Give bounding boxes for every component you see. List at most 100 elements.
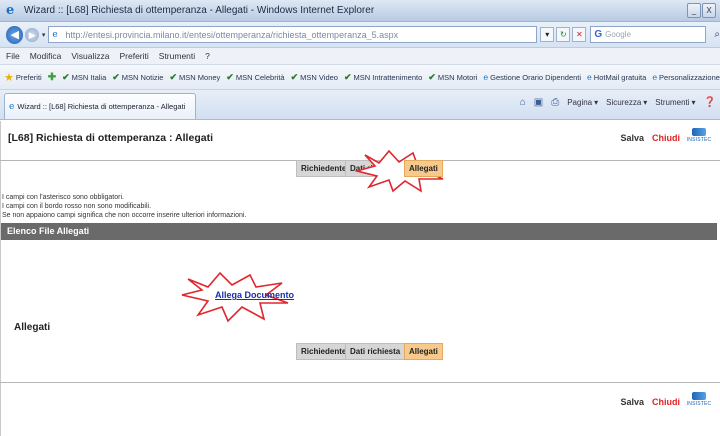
address-toolbar: ◀ ▶ ▾ e http://entesi.provincia.milano.i… [0, 22, 720, 48]
security-menu-label: Sicurezza [606, 98, 642, 107]
save-button[interactable]: Salva [620, 133, 644, 143]
insistec-logo: INSISTEC [686, 128, 712, 148]
print-icon[interactable]: ⎙ [551, 97, 559, 108]
step-allegati-bottom[interactable]: Allegati [404, 343, 443, 360]
favorite-label: HotMail gratuita [593, 72, 647, 82]
tab-title: Wizard :: [L68] Richiesta di ottemperanz… [17, 102, 186, 111]
history-dropdown-icon[interactable]: ▾ [42, 31, 46, 39]
menu-edit[interactable]: Modifica [30, 51, 62, 61]
ie-page-icon: e [587, 72, 592, 82]
home-icon[interactable]: ⌂ [520, 97, 526, 108]
menu-help[interactable]: ? [205, 51, 210, 61]
search-placeholder: Google [605, 30, 631, 39]
logo-mark-icon [692, 392, 706, 400]
favorite-item-msn-motori[interactable]: ✔ MSN Motori [428, 72, 477, 83]
menu-favorites[interactable]: Preferiti [119, 51, 148, 61]
minimize-button[interactable]: _ [687, 3, 701, 18]
instructions: I campi con l'asterisco sono obbligatori… [2, 193, 246, 220]
google-icon: G [594, 29, 603, 40]
star-icon: ★ [4, 71, 14, 84]
logo-mark-icon [692, 128, 706, 136]
address-controls: ▾ ↻ ✕ [540, 27, 587, 42]
note-line: I campi con il bordo rosso non sono modi… [2, 203, 152, 210]
page-menu-label: Pagina [567, 98, 593, 107]
close-button-bottom[interactable]: Chiudi [652, 397, 680, 407]
menu-view[interactable]: Visualizza [71, 51, 109, 61]
attach-document-link[interactable]: Allega Documento [215, 290, 294, 300]
favorite-label: MSN Notizie [121, 72, 164, 82]
logo-text: INSISTEC [686, 401, 712, 407]
menu-file[interactable]: File [6, 51, 20, 61]
wizard-steps: Richiedente Dati richiesta Allegati [0, 149, 720, 197]
security-menu[interactable]: Sicurezza ▾ [606, 98, 647, 107]
page-menu[interactable]: Pagina ▾ [567, 98, 598, 107]
favorite-item-hotmail[interactable]: e HotMail gratuita [587, 73, 646, 82]
browser-tab[interactable]: e Wizard :: [L68] Richiesta di ottempera… [4, 93, 196, 119]
section-header: Elenco File Allegati [1, 223, 717, 240]
menu-tools[interactable]: Strumenti [159, 51, 195, 61]
feeds-icon[interactable]: ▣ [534, 97, 543, 108]
msn-icon: ✔ [428, 71, 436, 82]
favorite-label: MSN Video [300, 72, 338, 82]
ie-page-icon: e [483, 72, 489, 82]
address-input[interactable]: e http://entesi.provincia.milano.it/ente… [48, 26, 538, 43]
favorite-label: MSN Money [179, 72, 221, 82]
step-richiedente-bottom[interactable]: Richiedente [296, 343, 352, 360]
command-bar: ⌂ ▣ ⎙ Pagina ▾ Sicurezza ▾ Strumenti ▾ ❓ [520, 97, 716, 108]
favorite-item-msn-intrattenimento[interactable]: ✔ MSN Intrattenimento [344, 72, 422, 83]
favorite-item-msn-italia[interactable]: ✔ MSN Italia [62, 72, 106, 83]
favorite-item-personalizzazione[interactable]: ePersonalizzazione collegamenti [652, 73, 720, 82]
favorite-label: MSN Intrattenimento [353, 72, 423, 82]
address-dropdown-button[interactable]: ▾ [540, 27, 555, 42]
step-richiedente[interactable]: Richiedente [296, 160, 352, 177]
forward-button[interactable]: ▶ [25, 27, 39, 42]
favorite-item-msn-money[interactable]: ✔ MSN Money [169, 72, 220, 83]
close-button[interactable]: Chiudi [652, 133, 680, 143]
stop-button[interactable]: ✕ [572, 27, 587, 42]
footer-divider [0, 382, 720, 383]
tools-menu[interactable]: Strumenti ▾ [655, 98, 695, 107]
window-controls: _ X [687, 3, 716, 18]
help-icon[interactable]: ❓ [704, 97, 716, 108]
refresh-button[interactable]: ↻ [556, 27, 571, 42]
chevron-down-icon: ▾ [691, 98, 696, 107]
add-favorite-icon[interactable]: ✚ [48, 72, 56, 83]
insistec-logo-bottom: INSISTEC [686, 392, 712, 412]
footer-actions: Salva Chiudi INSISTEC [620, 392, 712, 412]
ie-page-icon: e [9, 101, 15, 112]
favorite-item-msn-notizie[interactable]: ✔ MSN Notizie [112, 72, 163, 83]
favorite-label: Gestione Orario Dipendenti [490, 72, 582, 82]
tools-menu-label: Strumenti [655, 98, 690, 107]
favorite-label: MSN Celebrità [235, 72, 285, 82]
search-input[interactable]: G Google [590, 26, 707, 43]
favorite-item-msn-video[interactable]: ✔ MSN Video [291, 72, 338, 83]
logo-text: INSISTEC [686, 137, 712, 143]
msn-icon: ✔ [343, 71, 352, 82]
back-button[interactable]: ◀ [6, 25, 24, 44]
note-line: I campi con l'asterisco sono obbligatori… [2, 194, 124, 201]
favorite-label: MSN Motori [437, 72, 478, 82]
msn-icon: ✔ [290, 71, 299, 82]
search-icon[interactable]: ⌕ [714, 29, 720, 40]
save-button-bottom[interactable]: Salva [620, 397, 644, 407]
header-actions: Salva Chiudi INSISTEC [620, 128, 712, 148]
msn-icon: ✔ [112, 71, 120, 82]
step-dati-richiesta-bottom[interactable]: Dati richiesta [345, 343, 406, 360]
attachments-label: Allegati [14, 322, 51, 333]
favorite-item-msn-celebrita[interactable]: ✔ MSN Celebrità [226, 72, 284, 83]
msn-icon: ✔ [62, 71, 70, 82]
favorite-item-gestione-orario[interactable]: e Gestione Orario Dipendenti [483, 73, 581, 82]
step-allegati[interactable]: Allegati [404, 160, 443, 177]
ie-page-icon: e [652, 72, 658, 82]
close-window-button[interactable]: X [702, 3, 716, 18]
note-line: Se non appaiono campi significa che non … [2, 212, 247, 219]
window-titlebar: e Wizard :: [L68] Richiesta di ottempera… [0, 0, 720, 22]
ie-logo-icon: e [6, 2, 15, 18]
url-text: http://entesi.provincia.milano.it/entesi… [65, 29, 399, 40]
page-content: [L68] Richiesta di ottemperanza : Allega… [0, 121, 720, 436]
window-title: Wizard :: [L68] Richiesta di ottemperanz… [24, 5, 375, 16]
chevron-down-icon: ▾ [643, 98, 648, 107]
page-icon: e [52, 29, 58, 40]
favorites-button[interactable]: ★ Preferiti [4, 71, 42, 84]
msn-icon: ✔ [226, 71, 234, 82]
